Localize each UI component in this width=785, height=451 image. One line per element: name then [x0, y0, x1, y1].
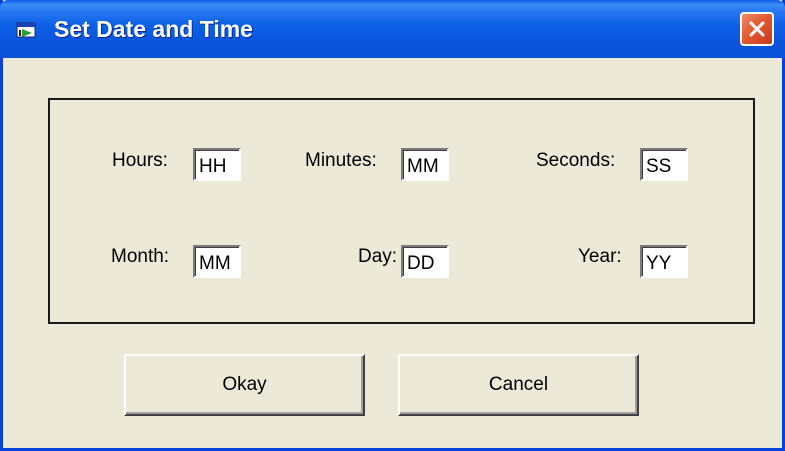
app-window-icon	[16, 22, 38, 40]
date-time-frame: Hours: Minutes: Seconds: Month: Day: Yea…	[48, 98, 755, 324]
month-field[interactable]	[193, 245, 241, 278]
day-field[interactable]	[401, 245, 449, 278]
seconds-input[interactable]	[642, 150, 686, 179]
day-label: Day:	[358, 246, 398, 267]
set-date-time-dialog: Set Date and Time Hours: Minutes: Second…	[0, 0, 785, 451]
title-bar[interactable]: Set Date and Time	[0, 0, 785, 58]
window-title: Set Date and Time	[54, 16, 253, 42]
month-label: Month:	[111, 246, 170, 267]
seconds-field[interactable]	[640, 148, 688, 181]
cancel-button[interactable]: Cancel	[398, 354, 639, 416]
month-input[interactable]	[195, 247, 239, 276]
okay-button[interactable]: Okay	[124, 354, 365, 416]
day-input[interactable]	[403, 247, 447, 276]
minutes-input[interactable]	[403, 150, 447, 179]
close-icon	[749, 21, 765, 37]
hours-input[interactable]	[195, 150, 239, 179]
hours-field[interactable]	[193, 148, 241, 181]
seconds-label: Seconds:	[536, 150, 616, 171]
year-label: Year:	[578, 246, 622, 267]
hours-label: Hours:	[112, 150, 168, 171]
minutes-label: Minutes:	[305, 150, 377, 171]
close-button[interactable]	[740, 12, 774, 46]
minutes-field[interactable]	[401, 148, 449, 181]
year-input[interactable]	[642, 247, 686, 276]
year-field[interactable]	[640, 245, 688, 278]
